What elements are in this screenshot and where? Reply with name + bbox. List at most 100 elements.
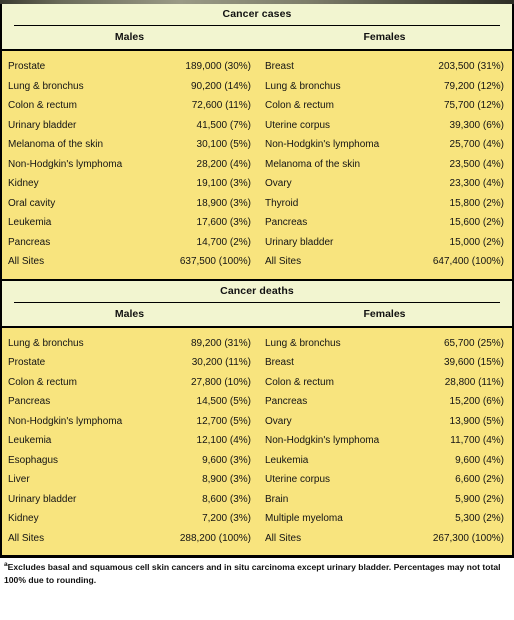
site-value: 288,200 (100%)	[179, 532, 251, 544]
site-label: Ovary	[265, 415, 292, 427]
cancer-deaths-male-cell: Colon & rectum 27,800 (10%)	[2, 373, 257, 393]
cancer-cases-male-cell: Melanoma of the skin 30,100 (5%)	[2, 135, 257, 155]
cancer-deaths-female-cell: Multiple myeloma 5,300 (2%)	[257, 509, 512, 529]
site-value: 5,900 (2%)	[455, 493, 504, 505]
table-row: Non-Hodgkin's lymphoma 12,700 (5%) Ovary…	[2, 412, 512, 432]
site-value: 5,300 (2%)	[455, 513, 504, 524]
site-label: Lung & bronchus	[8, 337, 84, 349]
site-label: Non-Hodgkin's lymphoma	[265, 139, 380, 150]
footnote: aExcludes basal and squamous cell skin c…	[0, 558, 514, 586]
table-row: Lung & bronchus 89,200 (31%) Lung & bron…	[2, 334, 512, 354]
table-row: Prostate 189,000 (30%) Breast 203,500 (3…	[2, 57, 512, 77]
site-label: Uterine corpus	[265, 474, 331, 485]
site-label: Liver	[8, 474, 30, 485]
site-label: Melanoma of the skin	[265, 158, 361, 170]
cancer-cases-female-cell: Melanoma of the skin 23,500 (4%)	[257, 155, 512, 175]
site-value: 39,300 (6%)	[449, 119, 504, 131]
site-label: All Sites	[8, 532, 45, 544]
site-value: 9,600 (3%)	[202, 454, 251, 466]
table-row: Prostate 30,200 (11%) Breast 39,600 (15%…	[2, 353, 512, 373]
site-value: 8,600 (3%)	[202, 493, 251, 505]
site-label: All Sites	[265, 256, 302, 267]
cancer-deaths-body: Lung & bronchus 89,200 (31%) Lung & bron…	[2, 327, 512, 555]
table-row: Colon & rectum 72,600 (11%) Colon & rect…	[2, 96, 512, 116]
site-value: 65,700 (25%)	[443, 337, 504, 349]
site-value: 30,200 (11%)	[191, 357, 251, 368]
cancer-cases-male-cell: Lung & bronchus 90,200 (14%)	[2, 77, 257, 97]
cancer-deaths-female-cell: Brain 5,900 (2%)	[257, 490, 512, 510]
cancer-cases-male-cell: Kidney 19,100 (3%)	[2, 174, 257, 194]
site-label: Ovary	[265, 178, 292, 189]
site-value: 18,900 (3%)	[196, 197, 251, 209]
site-value: 41,500 (7%)	[196, 119, 251, 131]
cancer-statistics-figure: Cancer cases Males Females Prostate 189,…	[0, 0, 514, 620]
cancer-deaths-male-cell: Esophagus 9,600 (3%)	[2, 451, 257, 471]
cancer-cases-male-cell: Leukemia 17,600 (3%)	[2, 213, 257, 233]
site-label: Pancreas	[265, 396, 308, 407]
cancer-cases-female-cell: Pancreas 15,600 (2%)	[257, 213, 512, 233]
cancer-deaths-male-cell: All Sites 288,200 (100%)	[2, 529, 257, 549]
site-value: 11,700 (4%)	[450, 435, 504, 446]
site-label: Pancreas	[8, 396, 51, 407]
cancer-deaths-female-cell: Lung & bronchus 65,700 (25%)	[257, 334, 512, 354]
cancer-cases-column-females: Females	[363, 31, 406, 43]
cancer-cases-female-cell: Non-Hodgkin's lymphoma 25,700 (4%)	[257, 135, 512, 155]
cancer-cases-female-cell: Ovary 23,300 (4%)	[257, 174, 512, 194]
site-value: 7,200 (3%)	[202, 513, 251, 524]
cancer-cases-column-males: Males	[114, 31, 145, 43]
cancer-deaths-male-cell: Prostate 30,200 (11%)	[2, 353, 257, 373]
site-label: Lung & bronchus	[265, 80, 341, 92]
cancer-cases-female-cell: Thyroid 15,800 (2%)	[257, 194, 512, 214]
table-row-all-sites: All Sites 637,500 (100%) All Sites 647,4…	[2, 252, 512, 272]
site-value: 75,700 (12%)	[443, 100, 504, 111]
site-label: Breast	[265, 61, 294, 72]
table-row: Non-Hodgkin's lymphoma 28,200 (4%) Melan…	[2, 155, 512, 175]
site-label: Urinary bladder	[8, 493, 77, 505]
site-value: 23,500 (4%)	[449, 158, 504, 170]
cancer-deaths-female-cell: All Sites 267,300 (100%)	[257, 529, 512, 549]
site-value: 28,200 (4%)	[196, 158, 251, 170]
site-label: Leukemia	[8, 217, 52, 228]
site-label: Oral cavity	[8, 197, 56, 209]
table-row: Pancreas 14,700 (2%) Urinary bladder 15,…	[2, 233, 512, 253]
cancer-deaths-female-cell: Ovary 13,900 (5%)	[257, 412, 512, 432]
cancer-cases-male-cell: Pancreas 14,700 (2%)	[2, 233, 257, 253]
site-value: 9,600 (4%)	[455, 454, 504, 466]
footnote-text: Excludes basal and squamous cell skin ca…	[4, 562, 501, 585]
cancer-deaths-female-cell: Uterine corpus 6,600 (2%)	[257, 470, 512, 490]
site-value: 637,500 (100%)	[179, 256, 251, 267]
site-label: Esophagus	[8, 454, 59, 466]
cancer-deaths-header: Cancer deaths Males Females	[2, 280, 512, 326]
site-value: 14,700 (2%)	[196, 236, 251, 248]
site-value: 90,200 (14%)	[190, 80, 251, 92]
cancer-cases-header: Cancer cases Males Females	[2, 4, 512, 49]
cancer-cases-male-cell: Colon & rectum 72,600 (11%)	[2, 96, 257, 116]
cancer-deaths-male-cell: Urinary bladder 8,600 (3%)	[2, 490, 257, 510]
site-value: 39,600 (15%)	[443, 357, 504, 368]
site-value: 15,800 (2%)	[449, 197, 504, 209]
cancer-cases-title: Cancer cases	[222, 8, 292, 20]
cancer-cases-male-cell: Oral cavity 18,900 (3%)	[2, 194, 257, 214]
site-value: 189,000 (30%)	[185, 61, 251, 72]
table-row: Melanoma of the skin 30,100 (5%) Non-Hod…	[2, 135, 512, 155]
cancer-deaths-table: Cancer deaths Males Females Lung & bronc…	[0, 278, 514, 555]
site-label: Non-Hodgkin's lymphoma	[8, 415, 123, 427]
cancer-deaths-male-cell: Non-Hodgkin's lymphoma 12,700 (5%)	[2, 412, 257, 432]
site-label: Colon & rectum	[8, 100, 77, 111]
table-row-all-sites: All Sites 288,200 (100%) All Sites 267,3…	[2, 529, 512, 549]
site-label: Prostate	[8, 357, 46, 368]
site-value: 14,500 (5%)	[196, 396, 251, 407]
site-label: Leukemia	[8, 435, 52, 446]
cancer-cases-column-headers: Males Females	[2, 26, 512, 49]
site-label: Uterine corpus	[265, 119, 331, 131]
site-label: Colon & rectum	[8, 376, 77, 388]
site-label: Lung & bronchus	[265, 337, 341, 349]
table-row: Leukemia 12,100 (4%) Non-Hodgkin's lymph…	[2, 431, 512, 451]
cancer-deaths-male-cell: Liver 8,900 (3%)	[2, 470, 257, 490]
site-value: 27,800 (10%)	[190, 376, 251, 388]
table-row: Kidney 19,100 (3%) Ovary 23,300 (4%)	[2, 174, 512, 194]
site-label: Urinary bladder	[8, 119, 77, 131]
site-value: 89,200 (31%)	[190, 337, 251, 349]
cancer-cases-female-cell: Uterine corpus 39,300 (6%)	[257, 116, 512, 136]
site-value: 6,600 (2%)	[455, 474, 504, 485]
